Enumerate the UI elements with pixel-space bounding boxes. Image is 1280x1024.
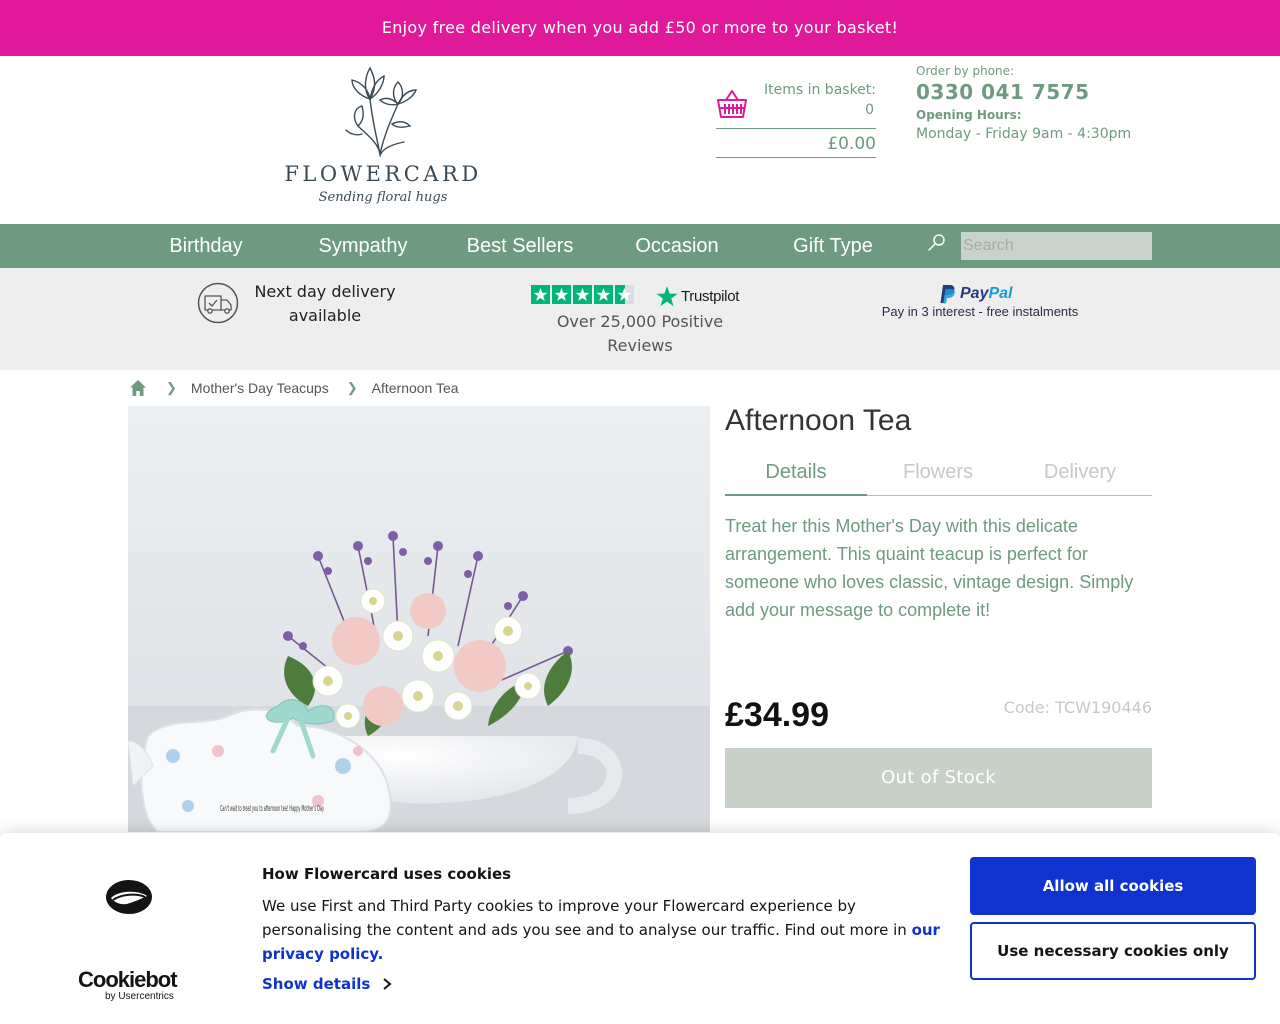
- cookie-body-text: We use First and Third Party cookies to …: [262, 897, 907, 939]
- allow-all-cookies-button[interactable]: Allow all cookies: [970, 857, 1256, 915]
- cookiebot-logo: Cookiebot by Usercentrics: [78, 967, 188, 1003]
- paypal-logo[interactable]: PayPal: [940, 283, 1012, 305]
- paypal-instalments-text: Pay in 3 interest - free instalments: [881, 304, 1079, 319]
- cookiebot-byline: by Usercentrics: [105, 991, 174, 1002]
- paypal-wordmark: PayPal: [960, 285, 1013, 302]
- site-logo[interactable]: FLOWERCARD Sending floral hugs: [280, 64, 490, 214]
- delivery-van-icon: [197, 282, 239, 324]
- usp-bar: Next day delivery available Trustpilot O…: [0, 268, 1280, 370]
- phone-number[interactable]: 0330 041 7575: [916, 80, 1216, 104]
- site-header: FLOWERCARD Sending floral hugs Items in …: [0, 56, 1280, 224]
- tab-flowers[interactable]: Flowers: [867, 456, 1009, 488]
- basket-icon: [717, 90, 747, 118]
- basket-summary[interactable]: Items in basket: 0 £0.00: [716, 80, 876, 158]
- basket-divider: [716, 128, 876, 129]
- product-title: Afternoon Tea: [725, 404, 912, 437]
- order-by-phone-label: Order by phone:: [916, 64, 1015, 78]
- show-details-label: Show details: [262, 975, 371, 993]
- cookie-banner: Cookiebot by Usercentrics How Flowercard…: [0, 833, 1280, 1024]
- flower-logo-icon: [345, 66, 417, 157]
- breadcrumb: ❯ Mother's Day Teacups ❯ Afternoon Tea: [128, 378, 459, 398]
- show-details-link[interactable]: Show details: [262, 975, 392, 993]
- product-code: Code: TCW190446: [1003, 698, 1152, 717]
- trustpilot-logo[interactable]: Trustpilot: [656, 284, 739, 308]
- product-image[interactable]: Can't wait to treat you to afternoon tea…: [128, 406, 710, 832]
- cookie-description: We use First and Third Party cookies to …: [262, 894, 952, 966]
- breadcrumb-separator-icon: ❯: [166, 380, 177, 395]
- cookiebot-icon: [106, 880, 152, 914]
- basket-count: 0: [865, 102, 874, 118]
- cookie-title: How Flowercard uses cookies: [262, 865, 512, 883]
- opening-hours-value: Monday - Friday 9am - 4:30pm: [916, 126, 1132, 142]
- promo-banner: Enjoy free delivery when you add £50 or …: [0, 0, 1280, 56]
- trustpilot-stars-icon: [531, 285, 634, 304]
- teacup-bouquet-illustration: Can't wait to treat you to afternoon tea…: [128, 406, 710, 832]
- nav-item-occasion[interactable]: Occasion: [628, 224, 726, 268]
- nav-item-birthday[interactable]: Birthday: [160, 224, 252, 268]
- main-nav: Birthday Sympathy Best Sellers Occasion …: [0, 224, 1280, 268]
- contact-info: Order by phone: 0330 041 7575 Opening Ho…: [916, 64, 1216, 142]
- home-icon[interactable]: [128, 378, 148, 398]
- breadcrumb-link-mothers-day-teacups[interactable]: Mother's Day Teacups: [191, 380, 329, 396]
- necessary-cookies-button[interactable]: Use necessary cookies only: [970, 922, 1256, 980]
- breadcrumb-current: Afternoon Tea: [371, 380, 459, 396]
- logo-wordmark: FLOWERCARD: [284, 162, 482, 186]
- card-message: Can't wait to treat you to afternoon tea…: [220, 804, 324, 813]
- nav-item-gift-type[interactable]: Gift Type: [786, 224, 880, 268]
- tab-details[interactable]: Details: [725, 456, 867, 496]
- basket-total: £0.00: [827, 134, 876, 154]
- nav-item-best-sellers[interactable]: Best Sellers: [460, 224, 580, 268]
- breadcrumb-separator-icon: ❯: [346, 380, 358, 395]
- nav-item-sympathy[interactable]: Sympathy: [312, 224, 414, 268]
- search-icon[interactable]: [926, 232, 948, 254]
- product-description: Treat her this Mother's Day with this de…: [725, 516, 1134, 620]
- search-input[interactable]: [961, 232, 1152, 260]
- basket-label: Items in basket:: [763, 82, 876, 98]
- chevron-right-icon: [383, 978, 392, 990]
- next-day-delivery-text: Next day delivery available: [254, 282, 396, 325]
- tab-delivery[interactable]: Delivery: [1009, 456, 1151, 488]
- trustpilot-star-icon: [656, 285, 678, 306]
- product-price: £34.99: [725, 696, 829, 734]
- trustpilot-reviews-text: Over 25,000 Positive Reviews: [556, 312, 724, 355]
- basket-divider-bottom: [716, 157, 876, 158]
- cookiebot-wordmark: Cookiebot: [78, 967, 178, 992]
- logo-tagline: Sending floral hugs: [318, 190, 448, 205]
- paypal-icon: [940, 285, 955, 304]
- out-of-stock-button[interactable]: Out of Stock: [725, 748, 1152, 808]
- trustpilot-wordmark: Trustpilot: [681, 287, 740, 305]
- product-tabs: Details Flowers Delivery: [725, 456, 1152, 496]
- opening-hours-label: Opening Hours:: [916, 108, 1022, 122]
